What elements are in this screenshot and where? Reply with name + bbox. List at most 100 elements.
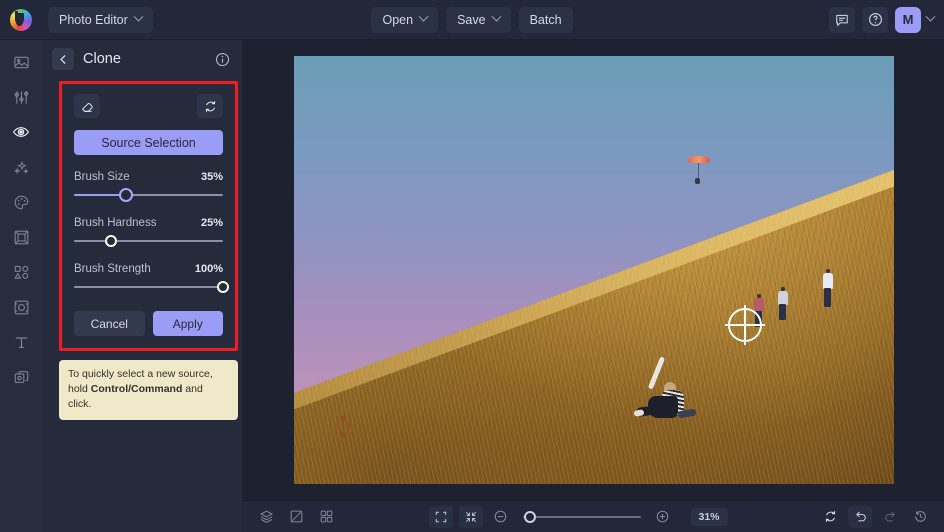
- zoom-slider-track: [523, 516, 641, 518]
- brush-hardness-label: Brush Hardness: [74, 217, 156, 229]
- person-torso: [754, 298, 764, 312]
- sidebar-item-shapes[interactable]: [6, 260, 36, 284]
- sidebar-item-clone[interactable]: [6, 365, 36, 389]
- panel-action-buttons: Cancel Apply: [74, 311, 223, 336]
- zoom-out-button[interactable]: [489, 506, 513, 528]
- text-icon: [13, 334, 30, 351]
- batch-button-label: Batch: [530, 13, 562, 27]
- sidebar-item-adjust[interactable]: [6, 85, 36, 109]
- person-legs: [824, 288, 831, 307]
- zoom-in-button[interactable]: [651, 506, 675, 528]
- person-legs: [779, 304, 786, 320]
- brush-strength-slider[interactable]: [74, 281, 223, 293]
- crop-icon: [13, 299, 30, 316]
- backpack: [678, 409, 697, 419]
- brush-size-knob[interactable]: [119, 188, 133, 202]
- brush-hardness-track: [74, 240, 223, 242]
- palette-icon: [13, 194, 30, 211]
- brush-hardness-knob[interactable]: [105, 235, 117, 247]
- chevron-down-icon: [419, 12, 429, 22]
- photo-canvas[interactable]: [294, 56, 894, 484]
- clone-icon-row: [74, 94, 223, 118]
- brush-hardness-control: Brush Hardness 25%: [74, 217, 223, 247]
- sidebar-item-color[interactable]: [6, 190, 36, 214]
- grid-icon: [319, 509, 334, 524]
- brush-hardness-slider[interactable]: [74, 235, 223, 247]
- apply-button[interactable]: Apply: [153, 311, 224, 336]
- compare-split-icon: [289, 509, 304, 524]
- panel-header: Clone: [42, 40, 242, 78]
- zoom-level-value: 31%: [691, 508, 728, 526]
- brush-size-value: 35%: [201, 171, 223, 183]
- history-icon: [913, 509, 928, 524]
- zoom-slider[interactable]: [523, 511, 641, 523]
- brush-strength-track: [74, 286, 223, 288]
- panel-back-button[interactable]: [52, 48, 74, 70]
- sidebar-item-retouch[interactable]: [6, 120, 36, 144]
- arrow-left-icon: [57, 53, 70, 66]
- sliders-icon: [13, 89, 30, 106]
- page-title: Clone: [83, 51, 121, 67]
- person-sitting: [634, 356, 704, 420]
- paraglider-lines: [698, 163, 699, 179]
- sidebar-item-frame[interactable]: [6, 225, 36, 249]
- panel-info-button[interactable]: [215, 52, 230, 67]
- history-button[interactable]: [908, 506, 932, 528]
- open-button[interactable]: Open: [371, 7, 438, 33]
- open-button-label: Open: [382, 13, 413, 27]
- shapes-icon: [13, 264, 30, 281]
- reset-view-button[interactable]: [818, 506, 842, 528]
- top-center-actions: Open Save Batch: [0, 7, 944, 33]
- reset-clone-button[interactable]: [197, 94, 223, 118]
- sidebar-item-image[interactable]: [6, 50, 36, 74]
- foreground-shrub: [328, 408, 358, 442]
- clone-tip-callout: To quickly select a new source, hold Con…: [59, 360, 238, 420]
- brush-strength-value: 100%: [195, 263, 223, 275]
- sidebar-item-effects[interactable]: [6, 155, 36, 179]
- eraser-icon: [80, 99, 95, 114]
- brush-size-control: Brush Size 35%: [74, 171, 223, 201]
- undo-icon: [853, 509, 868, 524]
- redo-button[interactable]: [878, 506, 902, 528]
- reset-icon: [823, 509, 838, 524]
- brush-size-slider[interactable]: [74, 189, 223, 201]
- history-controls: [818, 506, 932, 528]
- brush-strength-knob[interactable]: [217, 281, 229, 293]
- sparkles-icon: [13, 159, 30, 176]
- grid-button[interactable]: [314, 506, 338, 528]
- bottom-toolbar: 31%: [242, 500, 944, 532]
- zoom-out-icon: [493, 509, 508, 524]
- undo-button[interactable]: [848, 506, 872, 528]
- fit-to-screen-button[interactable]: [429, 506, 453, 528]
- brush-strength-control: Brush Strength 100%: [74, 263, 223, 293]
- shrink-to-fit-button[interactable]: [459, 506, 483, 528]
- raised-arm: [648, 356, 665, 389]
- layers-icon: [259, 509, 274, 524]
- sidebar-item-crop[interactable]: [6, 295, 36, 319]
- frame-icon: [13, 229, 30, 246]
- clone-controls-highlight: Source Selection Brush Size 35% Brush Ha…: [59, 81, 238, 351]
- batch-button[interactable]: Batch: [519, 7, 573, 33]
- compare-button[interactable]: [284, 506, 308, 528]
- eraser-button[interactable]: [74, 94, 100, 118]
- canvas-area[interactable]: [242, 40, 944, 500]
- reset-icon: [203, 99, 218, 114]
- eye-icon: [12, 123, 30, 141]
- save-button-label: Save: [457, 13, 486, 27]
- brush-strength-label: Brush Strength: [74, 263, 151, 275]
- sidebar-item-text[interactable]: [6, 330, 36, 354]
- save-button[interactable]: Save: [446, 7, 511, 33]
- brush-hardness-value: 25%: [201, 217, 223, 229]
- clone-source-crosshair-icon: [728, 308, 762, 342]
- cancel-button[interactable]: Cancel: [74, 311, 145, 336]
- layers-button[interactable]: [254, 506, 278, 528]
- bottom-left-tools: [254, 506, 338, 528]
- zoom-slider-knob[interactable]: [524, 511, 536, 523]
- paraglider-canopy: [688, 156, 710, 163]
- clone-tool-panel: Clone: [42, 40, 242, 532]
- person-torso: [778, 291, 788, 305]
- source-selection-button[interactable]: Source Selection: [74, 130, 223, 155]
- paraglider: [688, 156, 710, 190]
- zoom-in-icon: [655, 509, 670, 524]
- zoom-controls: 31%: [429, 506, 728, 528]
